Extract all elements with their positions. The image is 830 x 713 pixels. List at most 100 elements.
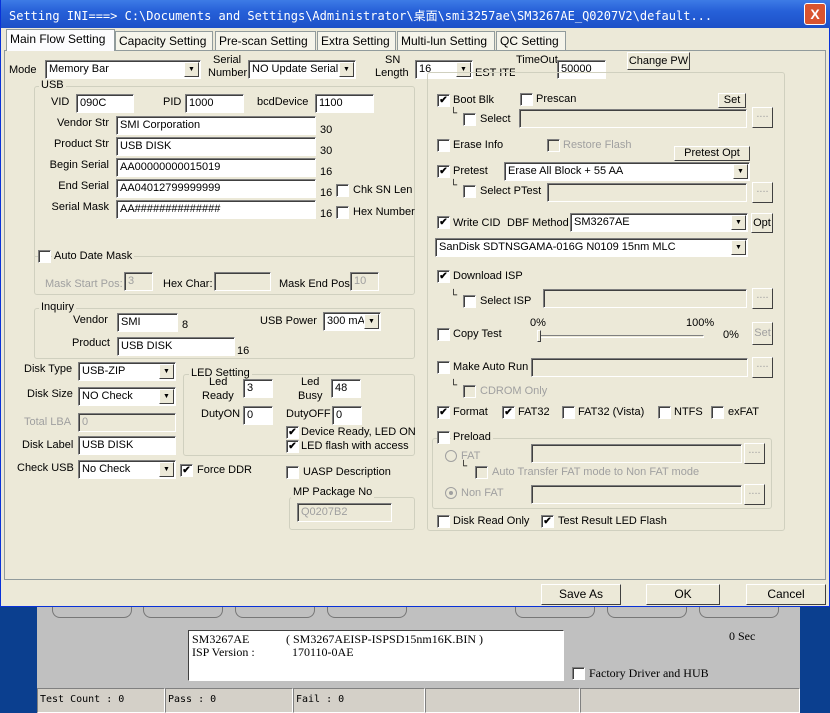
end-serial-input[interactable]: AA04012799999999 xyxy=(116,179,316,198)
tab-qc-setting[interactable]: QC Setting xyxy=(496,31,566,50)
total-lba-input[interactable]: 0 xyxy=(78,413,176,432)
pid-input[interactable]: 1000 xyxy=(185,94,244,113)
chk-sn-len-checkbox[interactable] xyxy=(336,184,349,197)
bcd-device-input[interactable]: 1100 xyxy=(315,94,374,113)
background-tab-button[interactable] xyxy=(607,607,687,618)
prescan-checkbox[interactable] xyxy=(520,93,533,106)
mp-package-input[interactable]: Q0207B2 xyxy=(297,503,392,522)
fat-path-input[interactable] xyxy=(531,444,742,463)
flash-type-select[interactable]: SanDisk SDTNSGAMA-016G N0109 15nm MLC ▼ xyxy=(435,238,748,257)
select-ptest-path-input[interactable] xyxy=(547,183,747,202)
disk-label-input[interactable]: USB DISK xyxy=(78,436,176,455)
fat32-checkbox[interactable] xyxy=(502,406,515,419)
pretest-checkbox[interactable] xyxy=(437,165,450,178)
mode-select[interactable]: Memory Bar ▼ xyxy=(45,60,201,79)
boot-select-path-input[interactable] xyxy=(519,109,747,128)
copy-set-button[interactable]: Set xyxy=(752,322,773,345)
change-pw-button[interactable]: Change PW xyxy=(627,52,690,70)
select-isp-path-input[interactable] xyxy=(543,289,747,308)
save-as-button[interactable]: Save As xyxy=(541,584,621,605)
begin-serial-input[interactable]: AA00000000015019 xyxy=(116,158,316,177)
mask-end-pos-input[interactable]: 10 xyxy=(350,272,379,291)
cancel-button[interactable]: Cancel xyxy=(746,584,826,605)
led-ready-input[interactable]: 3 xyxy=(243,379,273,398)
disk-size-select[interactable]: NO Check ▼ xyxy=(78,387,176,406)
copy-test-slider-track[interactable] xyxy=(538,335,704,338)
background-tab-button[interactable] xyxy=(52,607,132,618)
tab-extra-setting[interactable]: Extra Setting xyxy=(317,31,396,50)
auto-transfer-checkbox[interactable] xyxy=(475,466,488,479)
check-usb-select[interactable]: No Check ▼ xyxy=(78,460,176,479)
tab-main-flow-setting[interactable]: Main Flow Setting xyxy=(6,29,115,51)
boot-browse-button[interactable]: .... xyxy=(752,107,773,128)
test-result-led-flash-checkbox[interactable] xyxy=(541,515,554,528)
auto-date-mask-checkbox[interactable] xyxy=(38,250,51,263)
boot-blk-checkbox[interactable] xyxy=(437,94,450,107)
make-auto-run-checkbox[interactable] xyxy=(437,361,450,374)
non-fat-radio[interactable] xyxy=(445,487,457,499)
vid-input[interactable]: 090C xyxy=(76,94,134,113)
ptest-browse-button[interactable]: .... xyxy=(752,182,773,203)
dbf-opt-button[interactable]: Opt xyxy=(751,213,773,233)
tab-capacity-setting[interactable]: Capacity Setting xyxy=(115,31,213,50)
auto-run-browse-button[interactable]: .... xyxy=(752,357,773,378)
fat-browse-button[interactable]: .... xyxy=(744,443,765,464)
ok-button[interactable]: OK xyxy=(646,584,720,605)
tab-pre-scan-setting[interactable]: Pre-scan Setting xyxy=(215,31,316,50)
duty-off-input[interactable]: 0 xyxy=(332,406,362,425)
non-fat-path-input[interactable] xyxy=(531,485,742,504)
tree-branch-icon: └ xyxy=(450,180,458,191)
background-tab-button[interactable] xyxy=(235,607,315,618)
background-tab-button[interactable] xyxy=(699,607,779,618)
preload-checkbox[interactable] xyxy=(437,431,450,444)
inquiry-product-input[interactable]: USB DISK xyxy=(117,337,235,356)
background-tab-button[interactable] xyxy=(143,607,223,618)
boot-select-checkbox[interactable] xyxy=(463,113,476,126)
tab-multi-lun-setting[interactable]: Multi-lun Setting xyxy=(397,31,495,50)
fat32-vista-checkbox[interactable] xyxy=(562,406,575,419)
erase-info-checkbox[interactable] xyxy=(437,139,450,152)
uasp-description-checkbox[interactable] xyxy=(286,466,299,479)
serial-mask-input[interactable]: AA############## xyxy=(116,200,316,219)
fat-radio[interactable] xyxy=(445,450,457,462)
select-isp-checkbox[interactable] xyxy=(463,295,476,308)
download-isp-checkbox[interactable] xyxy=(437,270,450,283)
hex-char-input[interactable] xyxy=(214,272,271,291)
close-button[interactable]: X xyxy=(804,3,826,25)
format-checkbox[interactable] xyxy=(437,406,450,419)
isp-browse-button[interactable]: .... xyxy=(752,288,773,309)
write-cid-checkbox[interactable] xyxy=(437,216,450,229)
led-flash-access-checkbox[interactable] xyxy=(286,440,299,453)
mask-start-pos-label: Mask Start Pos: xyxy=(45,278,123,290)
exfat-checkbox[interactable] xyxy=(711,406,724,419)
mask-start-pos-input[interactable]: 3 xyxy=(124,272,153,291)
copy-test-slider-thumb[interactable] xyxy=(537,330,541,342)
cdrom-only-checkbox[interactable] xyxy=(463,385,476,398)
led-busy-input[interactable]: 48 xyxy=(331,379,361,398)
vendor-str-input[interactable]: SMI Corporation xyxy=(116,116,316,135)
usb-power-select[interactable]: 300 mA ▼ xyxy=(323,312,381,331)
hex-number-checkbox[interactable] xyxy=(336,206,349,219)
serial-number-select[interactable]: NO Update Serial ▼ xyxy=(248,60,356,79)
device-ready-led-on-checkbox[interactable] xyxy=(286,426,299,439)
pretest-mode-select[interactable]: Erase All Block + 55 AA ▼ xyxy=(504,162,750,181)
non-fat-browse-button[interactable]: .... xyxy=(744,484,765,505)
factory-driver-hub-checkbox[interactable] xyxy=(572,667,585,680)
info-isp-version-label: ISP Version : xyxy=(192,645,255,659)
inquiry-vendor-input[interactable]: SMI xyxy=(117,313,178,332)
dbf-method-select[interactable]: SM3267AE ▼ xyxy=(570,213,748,232)
copy-test-checkbox[interactable] xyxy=(437,328,450,341)
duty-on-input[interactable]: 0 xyxy=(243,406,273,425)
select-ptest-checkbox[interactable] xyxy=(463,185,476,198)
background-tab-button[interactable] xyxy=(515,607,595,618)
force-ddr-checkbox[interactable] xyxy=(180,464,193,477)
boot-set-button[interactable]: Set xyxy=(718,93,746,108)
disk-type-select[interactable]: USB-ZIP ▼ xyxy=(78,362,176,381)
pretest-opt-button[interactable]: Pretest Opt xyxy=(674,146,750,161)
disk-read-only-checkbox[interactable] xyxy=(437,515,450,528)
background-tab-button[interactable] xyxy=(327,607,407,618)
ntfs-checkbox[interactable] xyxy=(658,406,671,419)
product-str-input[interactable]: USB DISK xyxy=(116,137,316,156)
restore-flash-checkbox[interactable] xyxy=(547,139,560,152)
auto-run-path-input[interactable] xyxy=(531,358,748,377)
